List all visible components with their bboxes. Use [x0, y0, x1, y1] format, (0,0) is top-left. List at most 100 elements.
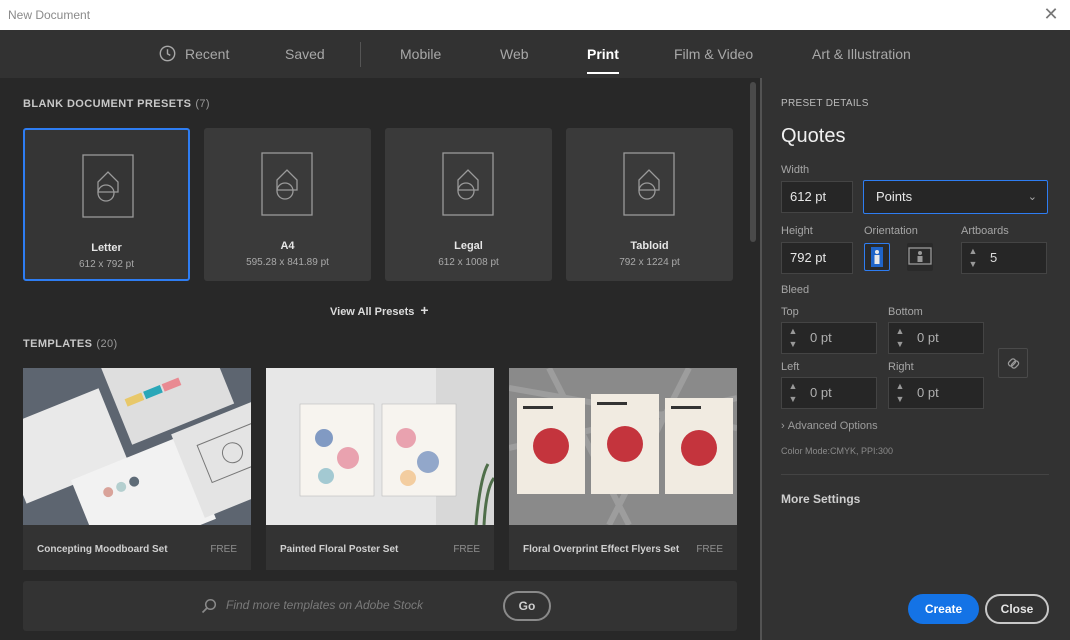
- preset-tabloid[interactable]: Tabloid 792 x 1224 pt: [566, 128, 733, 281]
- preset-size: 612 x 792 pt: [78, 259, 135, 270]
- preset-legal[interactable]: Legal 612 x 1008 pt: [385, 128, 552, 281]
- bleed-bottom-label: Bottom: [888, 306, 923, 318]
- height-label: Height: [781, 225, 813, 237]
- tab-film-video[interactable]: Film & Video: [674, 46, 753, 62]
- document-icon: [623, 152, 675, 216]
- tab-mobile[interactable]: Mobile: [400, 46, 441, 62]
- template-card[interactable]: Floral Overprint Effect Flyers Set FREE: [509, 368, 737, 570]
- window-title-bar: New Document ✕: [0, 0, 1070, 30]
- adobe-stock-search-bar: Find more templates on Adobe Stock Go: [23, 581, 737, 631]
- bleed-right-label: Right: [888, 361, 914, 373]
- templates-section-label: TEMPLATES: [23, 338, 93, 350]
- template-price: FREE: [210, 544, 237, 555]
- document-icon: [261, 152, 313, 216]
- preset-details-pane: PRESET DETAILS Quotes Width 612 pt Point…: [762, 78, 1070, 640]
- tab-print[interactable]: Print: [587, 46, 619, 74]
- document-icon: [82, 154, 134, 218]
- stepper-arrows-icon[interactable]: ▲ ▼: [784, 325, 802, 351]
- close-icon[interactable]: ✕: [1042, 5, 1060, 23]
- units-dropdown[interactable]: Points ⌄: [863, 180, 1048, 214]
- color-mode-info: Color Mode:CMYK, PPI:300: [781, 446, 894, 456]
- preset-details-header: PRESET DETAILS: [781, 98, 869, 109]
- presets-count: (7): [195, 98, 210, 110]
- width-label: Width: [781, 164, 810, 176]
- bleed-right-stepper[interactable]: ▲ ▼ 0 pt: [888, 377, 984, 409]
- bleed-right-value: 0 pt: [917, 385, 939, 400]
- artboards-stepper[interactable]: ▲ ▼ 5: [961, 242, 1047, 274]
- stepper-arrows-icon[interactable]: ▲ ▼: [891, 325, 909, 351]
- view-all-label: View All Presets: [330, 306, 415, 318]
- presets-section-label: BLANK DOCUMENT PRESETS: [23, 98, 192, 110]
- advanced-options-label: Advanced Options: [787, 420, 878, 432]
- divider: [781, 474, 1049, 475]
- bleed-bottom-value: 0 pt: [917, 330, 939, 345]
- width-input[interactable]: 612 pt: [781, 181, 853, 213]
- view-all-presets-link[interactable]: View All Presets +: [330, 302, 429, 318]
- tab-web[interactable]: Web: [500, 46, 529, 62]
- template-thumbnail: [509, 368, 737, 525]
- template-name: Painted Floral Poster Set: [280, 544, 399, 555]
- plus-icon: +: [420, 302, 429, 318]
- template-card[interactable]: Concepting Moodboard Set FREE: [23, 368, 251, 570]
- window-title: New Document: [8, 8, 91, 22]
- preset-name-field[interactable]: Quotes: [781, 125, 845, 148]
- template-name: Concepting Moodboard Set: [37, 544, 168, 555]
- height-input[interactable]: 792 pt: [781, 242, 853, 274]
- stepper-arrows-icon[interactable]: ▲ ▼: [891, 380, 909, 406]
- tab-recent[interactable]: Recent: [185, 46, 229, 62]
- template-thumbnail: [266, 368, 494, 525]
- more-settings-button[interactable]: More Settings: [781, 492, 860, 506]
- template-price: FREE: [696, 544, 723, 555]
- bleed-left-value: 0 pt: [810, 385, 832, 400]
- go-button[interactable]: Go: [503, 591, 551, 621]
- scrollbar[interactable]: [750, 82, 756, 242]
- tab-art-illustration[interactable]: Art & Illustration: [812, 46, 911, 62]
- stepper-arrows-icon[interactable]: ▲ ▼: [784, 380, 802, 406]
- template-price: FREE: [453, 544, 480, 555]
- template-name: Floral Overprint Effect Flyers Set: [523, 544, 680, 555]
- preset-size: 595.28 x 841.89 pt: [246, 257, 329, 268]
- chevron-down-icon: ⌄: [1027, 191, 1037, 203]
- stepper-arrows-icon[interactable]: ▲ ▼: [964, 245, 982, 271]
- document-icon: [442, 152, 494, 216]
- bleed-bottom-stepper[interactable]: ▲ ▼ 0 pt: [888, 322, 984, 354]
- preset-a4[interactable]: A4 595.28 x 841.89 pt: [204, 128, 371, 281]
- landscape-orientation-button[interactable]: [907, 243, 933, 271]
- bleed-top-stepper[interactable]: ▲ ▼ 0 pt: [781, 322, 877, 354]
- link-icon: [1007, 358, 1020, 369]
- chevron-right-icon: ›: [781, 420, 788, 432]
- clock-icon: [159, 45, 176, 62]
- bleed-left-stepper[interactable]: ▲ ▼ 0 pt: [781, 377, 877, 409]
- bleed-label: Bleed: [781, 284, 810, 296]
- template-card[interactable]: Painted Floral Poster Set FREE: [266, 368, 494, 570]
- close-button[interactable]: Close: [985, 594, 1049, 624]
- link-bleed-button[interactable]: [998, 348, 1028, 378]
- preset-letter[interactable]: Letter 612 x 792 pt: [23, 128, 190, 281]
- presets-pane: BLANK DOCUMENT PRESETS (7) Letter 612 x 7…: [0, 78, 760, 640]
- templates-section-title: TEMPLATES (20): [23, 338, 118, 350]
- preset-name: Tabloid: [630, 240, 669, 252]
- preset-size: 612 x 1008 pt: [438, 257, 499, 268]
- tab-divider: [360, 42, 361, 67]
- units-value: Points: [876, 189, 913, 204]
- orientation-label: Orientation: [864, 225, 918, 237]
- bleed-top-value: 0 pt: [810, 330, 832, 345]
- search-icon: [201, 598, 217, 614]
- create-button[interactable]: Create: [908, 594, 979, 624]
- templates-count: (20): [96, 338, 118, 350]
- category-tabs: Recent Saved Mobile Web Print Film & Vid…: [0, 30, 1070, 78]
- tab-saved[interactable]: Saved: [285, 46, 325, 62]
- presets-section-title: BLANK DOCUMENT PRESETS (7): [23, 98, 210, 110]
- artboards-label: Artboards: [961, 225, 1009, 237]
- preset-name: A4: [280, 240, 295, 252]
- template-thumbnail: [23, 368, 251, 525]
- bleed-top-label: Top: [781, 306, 799, 318]
- portrait-orientation-button[interactable]: [864, 243, 890, 271]
- preset-name: Legal: [454, 240, 483, 252]
- preset-size: 792 x 1224 pt: [619, 257, 680, 268]
- bleed-left-label: Left: [781, 361, 800, 373]
- landscape-icon: [908, 247, 932, 265]
- stock-search-input[interactable]: Find more templates on Adobe Stock: [226, 598, 423, 612]
- portrait-icon: [871, 247, 883, 267]
- advanced-options-toggle[interactable]: › Advanced Options: [781, 420, 878, 432]
